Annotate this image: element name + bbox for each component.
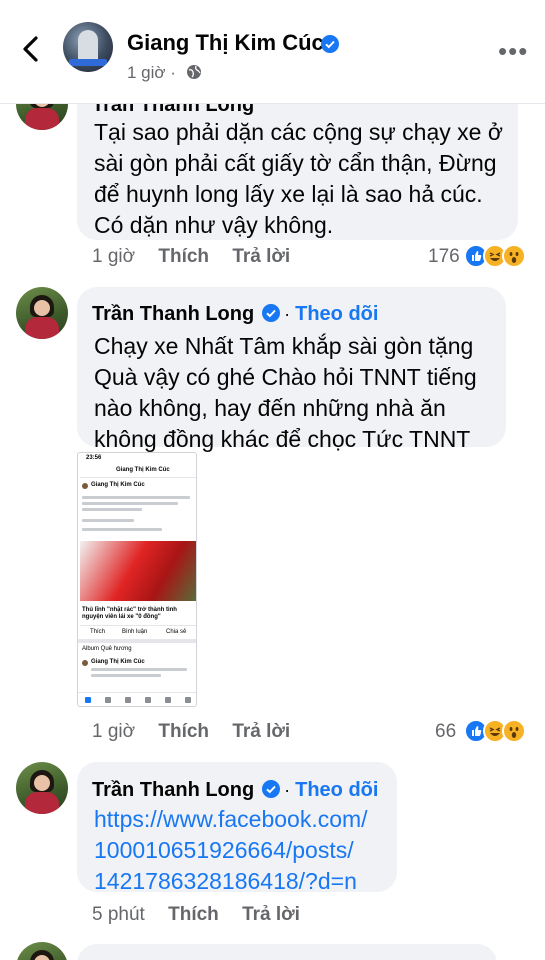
- shot-caption: Thủ lĩnh "nhặt rác" trở thành tình nguyệ…: [82, 607, 177, 620]
- reaction-icons[interactable]: [464, 244, 526, 268]
- wow-reaction-icon: [502, 719, 526, 743]
- follow-button[interactable]: Theo dõi: [295, 779, 378, 801]
- comment-author[interactable]: Trần Thanh Long: [92, 303, 254, 325]
- more-icon[interactable]: •••: [498, 36, 528, 67]
- shot-post2-author: Giang Thị Kim Cúc: [91, 659, 145, 665]
- comment-text: Chạy xe Nhất Tâm khắp sài gòn tặng Quà v…: [94, 333, 477, 452]
- page-avatar[interactable]: [63, 22, 113, 72]
- comment-time[interactable]: 1 giờ: [92, 246, 135, 267]
- comment-header: Trần Thanh Long · Theo dõi: [92, 779, 378, 802]
- comment-link[interactable]: https://www.facebook.com/ 10001065192666…: [94, 804, 368, 897]
- reaction-count[interactable]: 66: [435, 721, 456, 743]
- globe-icon: [187, 65, 201, 79]
- shot-comment: Bình luận: [122, 629, 148, 635]
- reply-button[interactable]: Trả lời: [232, 246, 290, 267]
- comment-bubble: [77, 944, 497, 960]
- comment-actions: 1 giờ Thích Trả lời: [92, 721, 290, 743]
- shot-like: Thích: [90, 629, 106, 635]
- like-button[interactable]: Thích: [168, 904, 219, 925]
- shot-photo: [80, 541, 196, 601]
- commenter-avatar[interactable]: [16, 942, 68, 960]
- commenter-avatar[interactable]: [16, 287, 68, 339]
- comment-actions: 1 giờ Thích Trả lời: [92, 246, 290, 268]
- like-button[interactable]: Thích: [158, 246, 209, 267]
- comment-actions: 5 phút Thích Trả lời: [92, 904, 300, 926]
- separator-dot: ·: [284, 304, 296, 324]
- like-button[interactable]: Thích: [158, 721, 209, 742]
- verified-badge-icon: [321, 35, 339, 53]
- page-name[interactable]: Giang Thị Kim Cúc: [127, 30, 324, 56]
- reaction-count[interactable]: 176: [428, 246, 460, 268]
- comment-time[interactable]: 5 phút: [92, 904, 145, 925]
- shot-status-time: 23:56: [86, 455, 102, 461]
- post-time[interactable]: 1 giờ ·: [127, 63, 176, 83]
- reaction-icons[interactable]: [464, 719, 526, 743]
- follow-button[interactable]: Theo dõi: [295, 303, 378, 325]
- verified-badge-icon: [261, 780, 280, 798]
- wow-reaction-icon: [502, 244, 526, 268]
- reply-button[interactable]: Trả lời: [232, 721, 290, 742]
- commenter-avatar[interactable]: [16, 762, 68, 814]
- comment-text: Tại sao phải dặn các cộng sự chạy xe ở s…: [94, 119, 503, 238]
- shot-album: Album Quê hương: [82, 646, 132, 652]
- comment-image-attachment[interactable]: 23:56 Giang Thị Kim Cúc Giang Thị Kim Cú…: [77, 452, 197, 707]
- comment-header: Trần Thanh Long · Theo dõi: [92, 303, 378, 326]
- shot-title: Giang Thị Kim Cúc: [116, 467, 170, 473]
- shot-share: Chia sẻ: [166, 629, 187, 635]
- comment-time[interactable]: 1 giờ: [92, 721, 135, 742]
- verified-badge-icon: [261, 304, 280, 322]
- shot-nav-bar: [78, 692, 196, 706]
- separator-dot: ·: [284, 780, 296, 800]
- comment-author[interactable]: Trần Thanh Long: [92, 779, 254, 801]
- reply-button[interactable]: Trả lời: [242, 904, 300, 925]
- post-header: Giang Thị Kim Cúc 1 giờ · •••: [0, 0, 545, 104]
- back-arrow-icon[interactable]: [14, 32, 48, 66]
- shot-post-author: Giang Thị Kim Cúc: [91, 482, 145, 488]
